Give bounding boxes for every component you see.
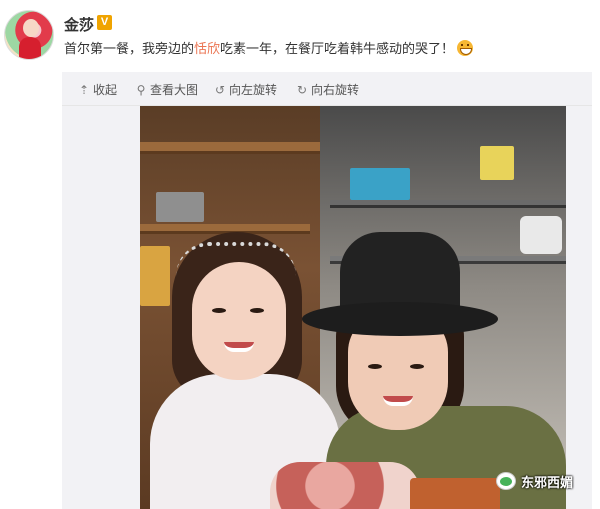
collapse-button[interactable]: ⇡ 收起	[78, 81, 117, 98]
photo-pot	[156, 192, 204, 222]
rotate-left-button[interactable]: ↺ 向左旋转	[214, 81, 277, 98]
photo-basket	[350, 168, 410, 200]
view-large-label: 查看大图	[150, 83, 199, 97]
rotate-left-label: 向左旋转	[229, 83, 278, 97]
photo-headband	[176, 242, 296, 276]
image-toolbar: ⇡ 收起 ⚲ 查看大图 ↺ 向左旋转 ↻ 向右旋转	[62, 72, 592, 106]
photo-smile	[224, 342, 254, 352]
photo-face-left	[192, 262, 286, 380]
watermark-text: 东邪西媚	[521, 475, 574, 491]
collapse-label: 收起	[93, 83, 118, 97]
photo-box	[480, 146, 514, 180]
post-text-after: 吃素一年，在餐厅吃着韩牛感动的哭了！	[220, 42, 455, 57]
avatar-face	[23, 19, 39, 37]
post-text: 首尔第一餐，我旁边的恬欣吃素一年，在餐厅吃着韩牛感动的哭了！	[64, 38, 594, 57]
rotate-right-icon: ↻	[296, 82, 308, 97]
photo-eye	[368, 364, 382, 369]
post-photo[interactable]	[140, 106, 566, 509]
wechat-icon	[496, 472, 516, 490]
photo-raw-beef	[270, 462, 420, 509]
photo-shelf	[140, 142, 320, 154]
arrow-up-icon: ⇡	[78, 82, 90, 97]
rotate-left-icon: ↺	[214, 82, 226, 97]
photo-smile	[383, 396, 413, 406]
post-text-before: 首尔第一餐，我旁边的	[64, 42, 195, 57]
rotate-right-button[interactable]: ↻ 向右旋转	[296, 81, 359, 98]
laughing-emoji-icon	[457, 40, 474, 56]
photo-jar	[140, 246, 170, 306]
verified-badge-icon: V	[97, 15, 112, 30]
mention-link[interactable]: 恬欣	[194, 42, 220, 57]
watermark: 东邪西媚	[496, 469, 573, 493]
view-large-button[interactable]: ⚲ 查看大图	[135, 81, 198, 98]
photo-eye	[250, 308, 264, 313]
photo-shelf	[330, 200, 566, 208]
user-avatar[interactable]	[4, 10, 54, 60]
avatar-dress	[19, 37, 41, 59]
magnifier-icon: ⚲	[136, 82, 146, 97]
weibo-post: 金莎 V 首尔第一餐，我旁边的恬欣吃素一年，在餐厅吃着韩牛感动的哭了！ ⇡ 收起…	[0, 0, 600, 509]
photo-eye	[410, 364, 424, 369]
photo-eye	[212, 308, 226, 313]
username[interactable]: 金莎	[64, 14, 94, 35]
photo-cutting-board	[410, 478, 500, 509]
media-panel: ⇡ 收起 ⚲ 查看大图 ↺ 向左旋转 ↻ 向右旋转	[62, 72, 592, 509]
photo-hat-brim	[302, 302, 498, 336]
photo-cups	[520, 216, 562, 254]
rotate-right-label: 向右旋转	[311, 83, 360, 97]
